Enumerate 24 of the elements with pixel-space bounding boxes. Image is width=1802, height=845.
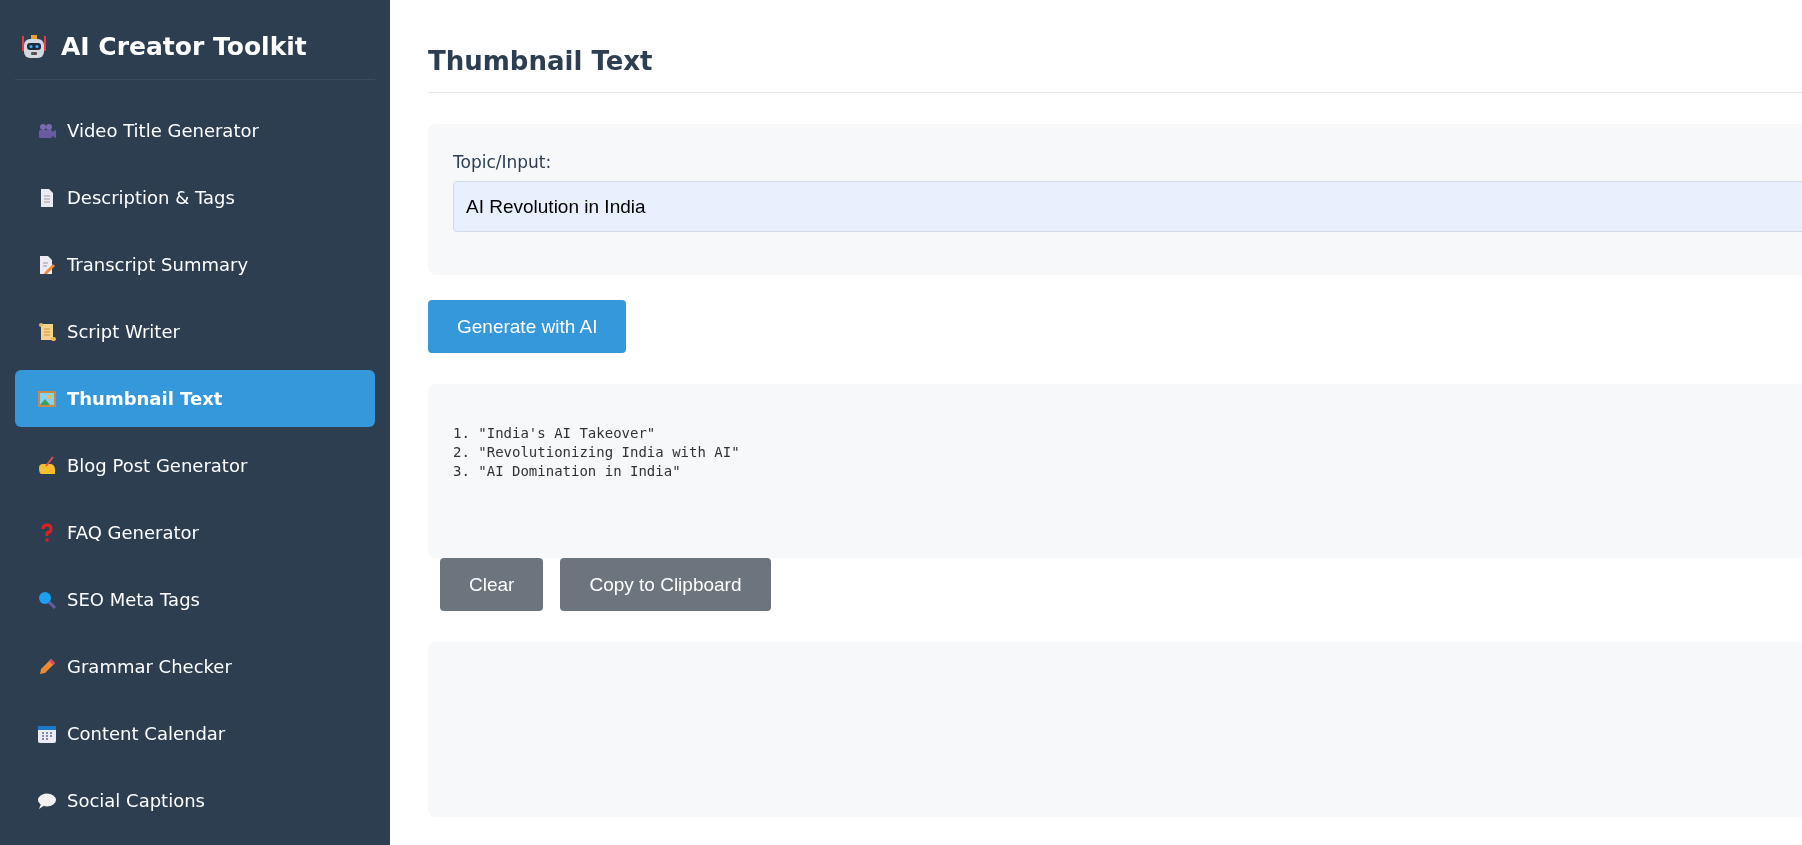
app-title: AI Creator Toolkit — [61, 32, 307, 61]
sidebar-item[interactable]: Grammar Checker — [15, 638, 375, 695]
sidebar-item[interactable]: Social Captions — [15, 772, 375, 829]
robot-icon — [20, 32, 48, 61]
output-text: 1. "India's AI Takeover" 2. "Revolutionizing India with AI" 3. "AI Domination in India" — [428, 384, 1802, 558]
topic-input-field[interactable]: AI Revolution in India — [453, 181, 1802, 232]
scroll-icon — [37, 321, 57, 342]
memo-icon — [37, 254, 57, 275]
sidebar-item[interactable]: Content Calendar — [15, 705, 375, 762]
sidebar-item[interactable]: Blog Post Generator — [15, 437, 375, 494]
copy-button[interactable]: Copy to Clipboard — [560, 558, 771, 611]
page-heading: Thumbnail Text — [428, 46, 1802, 93]
sidebar-item[interactable]: FAQ Generator — [15, 504, 375, 561]
magnifier-icon — [37, 589, 57, 610]
field-label: Topic/Input: — [453, 152, 553, 172]
sidebar-item[interactable]: SEO Meta Tags — [15, 571, 375, 628]
sidebar-item[interactable]: Transcript Summary — [15, 236, 375, 293]
pencil-icon — [37, 656, 57, 677]
clear-button[interactable]: Clear — [440, 558, 544, 611]
sidebar-item[interactable]: Script Writer — [15, 303, 375, 360]
picture-icon — [37, 388, 57, 409]
sidebar-item[interactable]: Video Title Generator — [15, 102, 375, 159]
calendar-icon — [37, 723, 57, 744]
sidebar-item[interactable]: Description & Tags — [15, 169, 375, 226]
